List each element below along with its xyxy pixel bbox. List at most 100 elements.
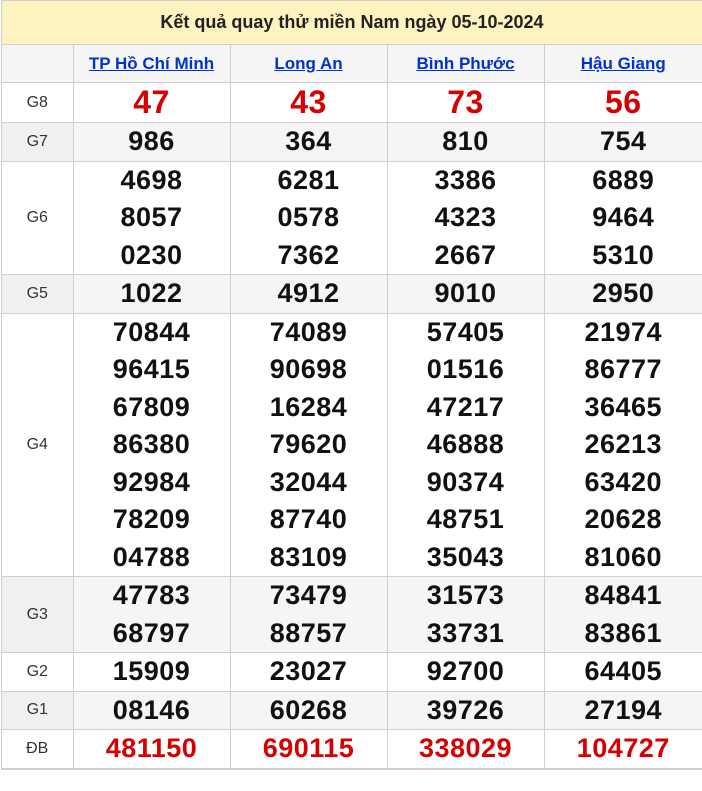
prize-number-cell: 39726 (386, 690, 545, 730)
prize-number: 754 (599, 126, 647, 156)
prize-row: G3 47783 68797 73479 88757 31573 33731 84841 838… (2, 576, 702, 653)
prize-number: 67809 (112, 391, 191, 422)
province-link-long-an[interactable]: Long An (274, 54, 342, 73)
prize-label-cell: G4 (2, 312, 74, 577)
prize-number: 78209 (112, 504, 191, 534)
prize-number-cell: 4912 (229, 274, 388, 314)
prize-number-cell: 690115 (229, 729, 388, 769)
prize-number: 63420 (584, 466, 663, 497)
prize-number-cell: 43 (229, 82, 388, 123)
prize-number: 5310 (592, 239, 655, 270)
province-link-hau-giang[interactable]: Hậu Giang (581, 54, 666, 73)
prize-number: 1022 (120, 278, 183, 308)
prize-number-cell: 23027 (229, 652, 388, 692)
prize-number: 74089 (269, 316, 348, 347)
prize-number-cell: 47783 68797 (72, 576, 231, 653)
prize-label: G8 (26, 93, 48, 111)
lottery-results-panel: Kết quả quay thử miền Nam ngày 05-10-202… (1, 0, 702, 770)
prize-number: 27194 (584, 694, 663, 725)
prize-number: 9464 (592, 202, 655, 232)
prize-rows: G8 47 43 73 56 G7 986 364 810 754 G6 4698 8057 0230 62… (2, 82, 702, 769)
prize-label: G6 (26, 208, 48, 226)
province-link-binh-phuoc[interactable]: Bình Phước (416, 54, 514, 73)
prize-number: 26213 (584, 429, 663, 459)
prize-row: G5 1022 4912 9010 2950 (2, 274, 702, 314)
prize-number-cell: 3386 4323 2667 (386, 160, 545, 275)
prize-number: 56 (604, 84, 642, 120)
prize-number-cell: 56 (543, 82, 702, 123)
prize-number-cell: 74089 90698 16284 79620 32044 87740 83109 (229, 312, 388, 577)
prize-number-cell: 15909 (72, 652, 231, 692)
prize-number: 86777 (584, 354, 663, 384)
prize-number: 338029 (418, 733, 513, 763)
prize-row: G4 70844 96415 67809 86380 92984 78209 04788 740… (2, 312, 702, 577)
prize-label: G3 (26, 605, 48, 623)
prize-number-cell: 60268 (229, 690, 388, 730)
prize-number-cell: 754 (543, 122, 702, 162)
prize-number: 2667 (434, 239, 497, 270)
province-link-tp-ho-chi-minh[interactable]: TP Hồ Chí Minh (89, 54, 214, 73)
prize-number-cell: 1022 (72, 274, 231, 314)
page-title: Kết quả quay thử miền Nam ngày 05-10-202… (2, 0, 702, 44)
province-header-cell: TP Hồ Chí Minh (72, 44, 231, 83)
prize-number: 15909 (112, 656, 191, 686)
prize-number: 39726 (426, 694, 505, 725)
results-table: TP Hồ Chí Minh Long An Bình Phước Hậu Gi… (2, 44, 702, 769)
prize-row: G8 47 43 73 56 (2, 82, 702, 123)
prize-number: 68797 (112, 617, 191, 648)
prize-number: 481150 (105, 733, 198, 763)
prize-number: 16284 (269, 391, 348, 422)
prize-number: 86380 (112, 429, 191, 459)
prize-number: 04788 (112, 541, 191, 572)
prize-number-cell: 47 (72, 82, 231, 123)
prize-number: 6281 (277, 164, 340, 195)
prize-number: 9010 (434, 278, 497, 308)
prize-label: G2 (26, 662, 48, 680)
prize-number-cell: 986 (72, 122, 231, 162)
prize-number: 690115 (262, 733, 355, 763)
prize-number: 21974 (584, 316, 663, 347)
prize-number: 8057 (120, 202, 183, 232)
prize-number: 7362 (277, 239, 340, 270)
prize-number: 32044 (269, 466, 348, 497)
prize-row: G7 986 364 810 754 (2, 122, 702, 162)
prize-number: 81060 (584, 541, 663, 572)
prize-number-cell: 338029 (386, 729, 545, 769)
prize-number: 57405 (426, 316, 505, 347)
prize-number: 08146 (112, 694, 191, 725)
prize-label: G4 (26, 435, 48, 453)
prize-number-cell: 481150 (72, 729, 231, 769)
prize-number: 20628 (584, 504, 663, 534)
prize-label: G5 (26, 284, 48, 302)
prize-number: 986 (128, 126, 175, 156)
prize-number-cell: 21974 86777 36465 26213 63420 20628 81060 (543, 312, 702, 577)
prize-number: 364 (285, 126, 332, 156)
prize-number: 3386 (434, 164, 497, 195)
prize-number-cell: 08146 (72, 690, 231, 730)
prize-number: 83109 (269, 541, 348, 572)
prize-number: 0230 (120, 239, 183, 270)
prize-number-cell: 2950 (543, 274, 702, 314)
prize-label-cell: G1 (2, 690, 74, 730)
prize-number: 810 (442, 126, 489, 156)
prize-number: 4698 (120, 164, 183, 195)
prize-number: 33731 (426, 617, 505, 648)
prize-number: 88757 (269, 617, 348, 648)
province-header-cell: Bình Phước (386, 44, 545, 83)
prize-number: 01516 (426, 354, 505, 384)
prize-number: 23027 (269, 656, 348, 686)
prize-number: 87740 (269, 504, 348, 534)
province-header-row: TP Hồ Chí Minh Long An Bình Phước Hậu Gi… (2, 44, 702, 83)
prize-number: 47783 (112, 580, 191, 610)
prize-number-cell: 92700 (386, 652, 545, 692)
prize-number: 79620 (269, 429, 348, 459)
prize-number: 47 (133, 84, 170, 120)
prize-number: 84841 (584, 580, 663, 610)
prize-number-cell: 64405 (543, 652, 702, 692)
prize-number-cell: 31573 33731 (386, 576, 545, 653)
prize-number: 92984 (112, 466, 191, 497)
prize-number: 60268 (269, 694, 348, 725)
prize-number: 0578 (277, 202, 340, 232)
prize-number: 47217 (426, 391, 505, 422)
prize-label-cell: G2 (2, 652, 74, 692)
